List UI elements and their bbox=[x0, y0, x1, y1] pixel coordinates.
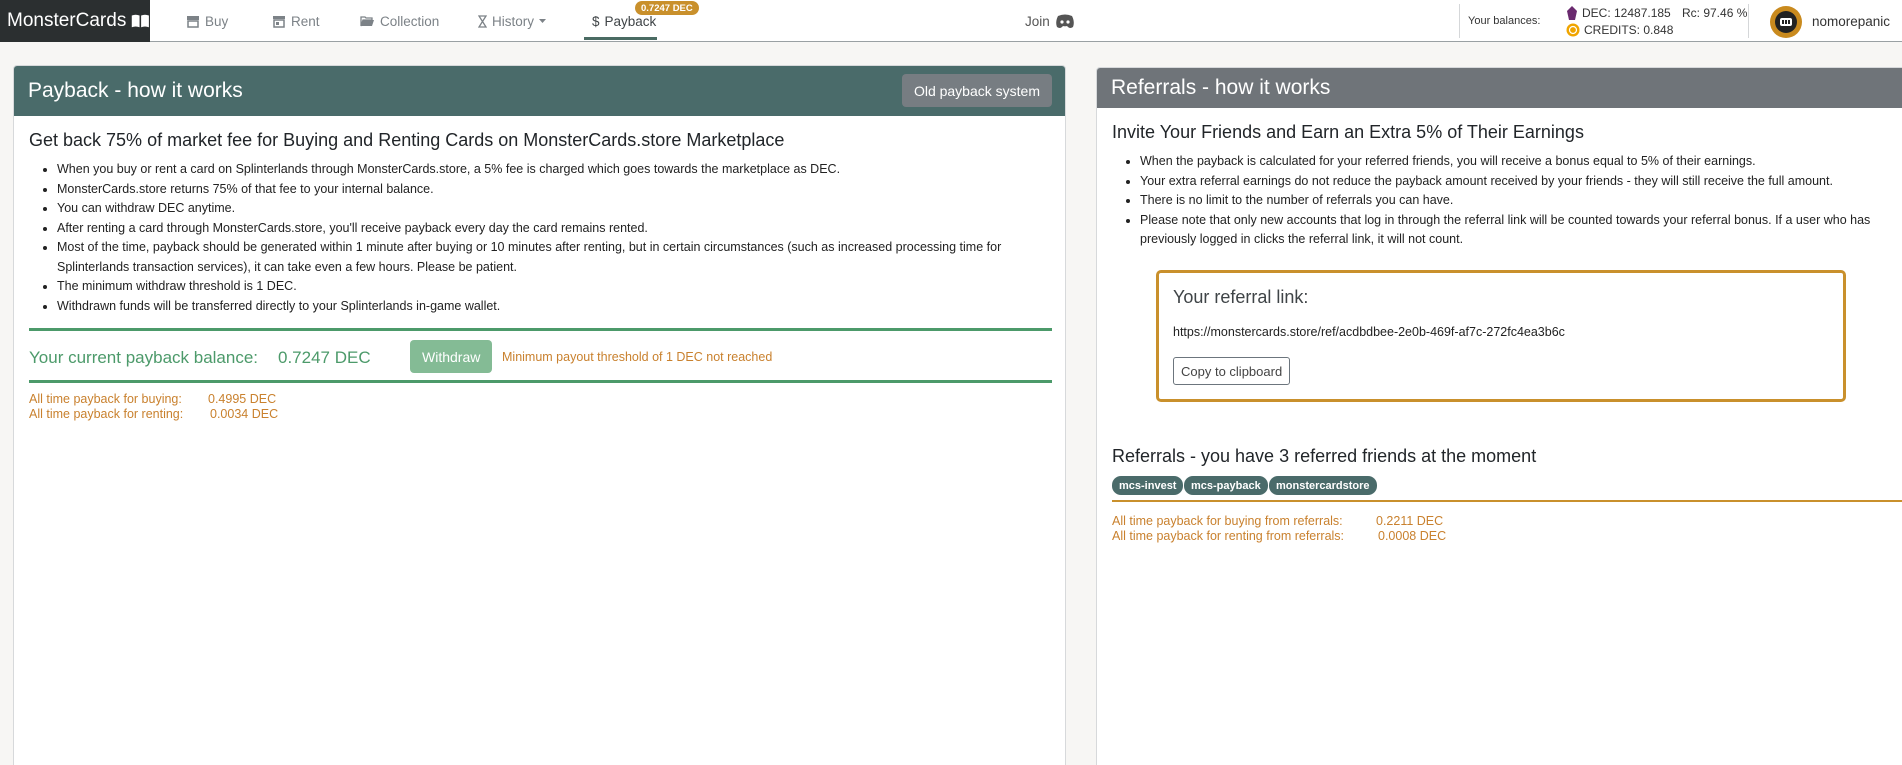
payback-balance-label: Your current payback balance: bbox=[29, 348, 259, 367]
nav-join-label: Join bbox=[1025, 13, 1050, 29]
dollar-icon: $ bbox=[592, 13, 600, 29]
dec-balance: DEC: 12487.185 bbox=[1566, 6, 1671, 20]
list-item: The minimum withdraw threshold is 1 DEC. bbox=[57, 277, 1052, 297]
payback-badge: 0.7247 DEC bbox=[635, 1, 699, 15]
list-item: Withdrawn funds will be transferred dire… bbox=[57, 297, 1052, 317]
credits-balance-value: CREDITS: 0.848 bbox=[1584, 23, 1674, 37]
threshold-note: Minimum payout threshold of 1 DEC not re… bbox=[502, 350, 773, 364]
referral-tag-mcs-payback: mcs-payback bbox=[1184, 476, 1268, 495]
referral-link-url[interactable]: https://monstercards.store/ref/acdbdbee-… bbox=[1173, 325, 1565, 339]
list-item: You can withdraw DEC anytime. bbox=[57, 199, 1052, 219]
dec-balance-value: DEC: 12487.185 bbox=[1582, 6, 1671, 20]
brand-name: MonsterCards bbox=[7, 10, 127, 31]
nav-buy-label: Buy bbox=[205, 13, 229, 29]
avatar[interactable] bbox=[1770, 6, 1802, 38]
copy-to-clipboard-button[interactable]: Copy to clipboard bbox=[1173, 357, 1291, 385]
navbar-divider bbox=[1459, 4, 1460, 38]
open-book-icon bbox=[132, 14, 150, 28]
referral-link-title: Your referral link: bbox=[1173, 287, 1309, 307]
list-item: After renting a card through MonsterCard… bbox=[57, 219, 1052, 239]
nav-collection-label: Collection bbox=[380, 13, 440, 29]
referrals-subtitle: Invite Your Friends and Earn an Extra 5%… bbox=[1112, 122, 1584, 142]
payback-balance-value: 0.7247 DEC bbox=[278, 348, 371, 367]
referral-buying-label: All time payback for buying from referra… bbox=[1112, 514, 1343, 528]
referrals-info-list: When the payback is calculated for your … bbox=[1140, 152, 1892, 250]
top-navbar: MonsterCards Buy Rent Collection History… bbox=[0, 0, 1902, 42]
discord-icon bbox=[1055, 14, 1074, 28]
divider-line bbox=[29, 380, 1052, 383]
nav-buy[interactable]: Buy bbox=[186, 0, 228, 42]
list-item: There is no limit to the number of refer… bbox=[1140, 191, 1892, 211]
nav-history-label: History bbox=[492, 13, 535, 29]
nav-join[interactable]: Join bbox=[1025, 0, 1075, 42]
payback-header-title: Payback - how it works bbox=[28, 79, 243, 102]
referred-friends-title: Referrals - you have 3 referred friends … bbox=[1112, 446, 1537, 466]
payback-card-header: Payback - how it works Old payback syste… bbox=[14, 66, 1065, 116]
nav-payback-label: Payback bbox=[604, 13, 657, 29]
all-time-renting-label: All time payback for renting: bbox=[29, 407, 184, 421]
all-time-renting-value: 0.0034 DEC bbox=[210, 407, 279, 421]
balances-label: Your balances: bbox=[1468, 15, 1541, 27]
divider-line bbox=[29, 328, 1052, 331]
referrals-card-header: Referrals - how it works bbox=[1097, 68, 1902, 108]
brand-logo[interactable]: MonsterCards bbox=[0, 0, 150, 42]
list-item: When the payback is calculated for your … bbox=[1140, 152, 1892, 172]
list-item: Your extra referral earnings do not redu… bbox=[1140, 172, 1892, 192]
all-time-buying-label: All time payback for buying: bbox=[29, 392, 182, 406]
navbar-divider bbox=[1748, 4, 1749, 38]
nav-rent[interactable]: Rent bbox=[272, 0, 320, 42]
referral-tag-monstercardstore: monstercardstore bbox=[1269, 476, 1377, 495]
credits-coin-icon bbox=[1566, 23, 1580, 37]
all-time-buying-value: 0.4995 DEC bbox=[208, 392, 277, 406]
shop-icon bbox=[273, 15, 285, 28]
nav-history[interactable]: History bbox=[478, 0, 547, 42]
list-item: Please note that only new accounts that … bbox=[1140, 211, 1892, 250]
referral-renting-value: 0.0008 DEC bbox=[1378, 529, 1447, 543]
nav-collection[interactable]: Collection bbox=[360, 0, 439, 42]
referrals-header-title: Referrals - how it works bbox=[1111, 76, 1331, 99]
referral-renting-label: All time payback for renting from referr… bbox=[1112, 529, 1345, 543]
divider-line bbox=[1112, 500, 1902, 502]
payback-subtitle: Get back 75% of market fee for Buying an… bbox=[29, 130, 785, 150]
old-payback-system-button[interactable]: Old payback system bbox=[901, 74, 1052, 107]
list-item: MonsterCards.store returns 75% of that f… bbox=[57, 180, 1052, 200]
active-tab-indicator bbox=[584, 37, 657, 40]
withdraw-button[interactable]: Withdraw bbox=[410, 340, 493, 373]
hourglass-icon bbox=[478, 14, 487, 28]
list-item: When you buy or rent a card on Splinterl… bbox=[57, 160, 1052, 180]
rc-value: Rc: 97.46 % bbox=[1682, 6, 1748, 20]
payback-card: Payback - how it works Old payback syste… bbox=[13, 65, 1066, 765]
referral-tag-mcs-invest: mcs-invest bbox=[1112, 476, 1184, 495]
caret-down-icon bbox=[539, 18, 547, 23]
dec-token-icon bbox=[1567, 6, 1577, 20]
referral-link-box: Your referral link: https://monstercards… bbox=[1156, 270, 1846, 402]
monster-face-icon bbox=[1775, 11, 1797, 33]
referral-buying-value: 0.2211 DEC bbox=[1376, 514, 1444, 528]
folder-open-icon bbox=[360, 16, 374, 27]
username[interactable]: nomorepanic bbox=[1812, 14, 1890, 29]
list-item: Most of the time, payback should be gene… bbox=[57, 238, 1052, 277]
referrals-card: Referrals - how it works Invite Your Fri… bbox=[1096, 67, 1902, 765]
nav-rent-label: Rent bbox=[291, 13, 320, 29]
store-icon bbox=[187, 15, 199, 28]
payback-info-list: When you buy or rent a card on Splinterl… bbox=[57, 160, 1052, 316]
credits-balance: CREDITS: 0.848 bbox=[1566, 23, 1673, 37]
